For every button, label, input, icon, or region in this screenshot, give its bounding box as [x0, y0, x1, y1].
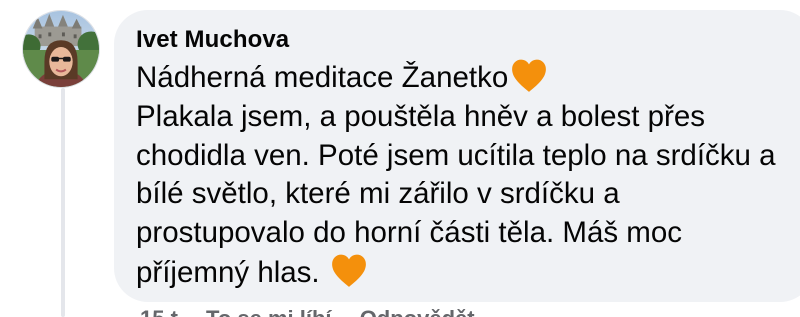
comment-line: Plakala jsem, a pouštěla hněv a bolest p…	[136, 99, 706, 133]
comment-line: Nádherná meditace Žanetko	[136, 58, 791, 98]
thread-connector-line	[61, 88, 65, 317]
comment-line-text: Nádherná meditace Žanetko	[136, 61, 509, 94]
orange-heart-icon	[330, 253, 368, 289]
comment-author-name[interactable]: Ivet Muchova	[136, 26, 289, 54]
avatar-photo	[23, 11, 99, 87]
comment-actions: 15 t To se mi líbí Odpovědět	[140, 306, 497, 317]
comment-thread: Ivet Muchova Nádherná meditace Žanetko P…	[0, 0, 800, 317]
reply-button[interactable]: Odpovědět	[360, 306, 475, 317]
orange-heart-icon	[510, 58, 548, 94]
comment-line: bílé světlo, které mi zářilo v srdíčku a	[136, 177, 620, 211]
comment-timestamp[interactable]: 15 t	[140, 306, 178, 317]
comment-line: chodidla ven. Poté jsem ucítila teplo na…	[136, 138, 776, 172]
comment-line: příjemný hlas.	[136, 253, 791, 293]
comment-line: prostupovalo do horní části těla. Máš mo…	[136, 216, 683, 250]
like-button[interactable]: To se mi líbí	[206, 306, 332, 317]
comment-line-text: příjemný hlas.	[136, 255, 320, 289]
avatar[interactable]	[22, 10, 100, 88]
comment-body: Nádherná meditace Žanetko Plakala jsem, …	[136, 58, 791, 293]
